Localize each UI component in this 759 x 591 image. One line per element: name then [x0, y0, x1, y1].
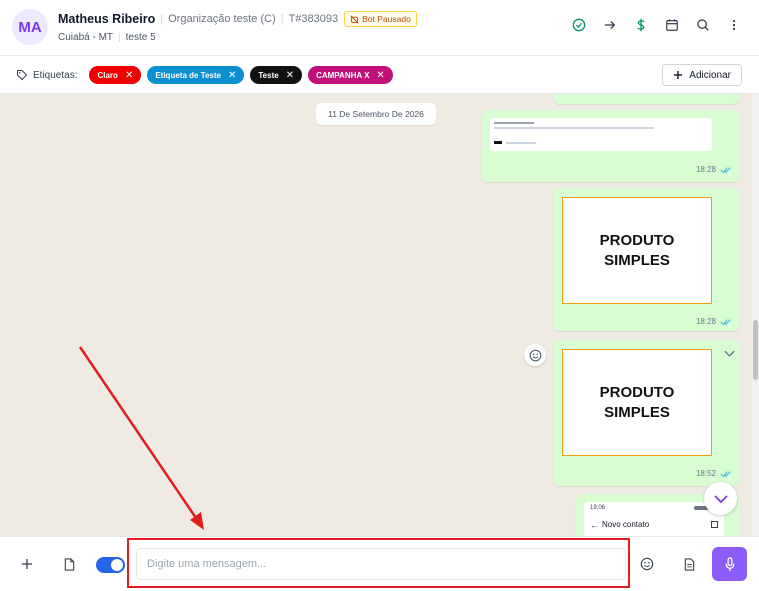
- plus-icon[interactable]: [20, 557, 34, 571]
- bot-status-badge: Bot Pausado: [344, 11, 417, 27]
- ticket-number: T#383093: [288, 13, 339, 25]
- message-composer: [0, 536, 759, 591]
- chat-scrollbar-thumb[interactable]: [753, 320, 758, 380]
- tag-chip[interactable]: Teste ✕: [250, 66, 303, 84]
- document-preview[interactable]: [490, 118, 712, 151]
- read-ticks-icon: [720, 471, 731, 478]
- dollar-icon[interactable]: [633, 17, 648, 32]
- tag-label: Etiqueta de Teste: [155, 70, 221, 80]
- product-image[interactable]: PRODUTO SIMPLES: [562, 349, 712, 456]
- smiley-icon: [529, 349, 541, 361]
- plus-icon: [674, 71, 683, 79]
- remove-tag-icon[interactable]: ✕: [376, 70, 384, 81]
- read-ticks-icon: [720, 167, 731, 174]
- message-bubble-image[interactable]: PRODUTO SIMPLES 18:52: [553, 340, 740, 486]
- tag-label: CAMPANHA X: [316, 70, 370, 80]
- microphone-button[interactable]: [712, 547, 747, 581]
- contact-screenshot-preview[interactable]: 19:06 ← Novo contato: [584, 502, 724, 536]
- message-bubble[interactable]: [553, 94, 740, 104]
- tag-chip[interactable]: Claro ✕: [89, 66, 142, 84]
- tags-label: Etiquetas:: [33, 69, 78, 81]
- tag-chip[interactable]: CAMPANHA X ✕: [308, 66, 393, 84]
- header-subtitle-row: Cuiabá - MT | teste 5: [58, 32, 156, 43]
- contact-location: Cuiabá - MT: [58, 32, 114, 43]
- template-document-icon[interactable]: [682, 557, 696, 571]
- phone-screen-title: Novo contato: [602, 520, 650, 529]
- microphone-icon: [725, 556, 734, 571]
- read-ticks-icon: [720, 319, 731, 326]
- organization-name: Organização teste (C): [168, 13, 276, 25]
- tag-label: Teste: [258, 70, 279, 80]
- message-time: 18:52: [695, 469, 716, 478]
- tag-label: Claro: [97, 70, 118, 80]
- calendar-icon[interactable]: [664, 17, 679, 32]
- chat-header: MA Matheus Ribeiro | Organização teste (…: [0, 0, 759, 56]
- bot-status-label: Bot Pausado: [362, 14, 411, 24]
- image-text: SIMPLES: [604, 251, 670, 269]
- message-time: 18:28: [695, 165, 716, 174]
- check-circle-icon[interactable]: [571, 17, 586, 32]
- add-tag-button[interactable]: Adicionar: [662, 64, 742, 86]
- message-menu-chevron-icon[interactable]: [724, 350, 735, 358]
- header-title-row: Matheus Ribeiro | Organização teste (C) …: [58, 11, 417, 27]
- search-icon[interactable]: [695, 17, 710, 32]
- date-separator: 11 De Setembro De 2026: [316, 103, 436, 125]
- chat-messages-area[interactable]: 11 De Setembro De 2026 18:28 PRODUTO SIM…: [0, 94, 752, 536]
- header-actions: [571, 17, 741, 32]
- tag-icon: [16, 69, 28, 81]
- signature-toggle[interactable]: [96, 557, 125, 573]
- remove-tag-icon[interactable]: ✕: [125, 70, 133, 81]
- emoji-icon[interactable]: [640, 557, 654, 571]
- message-bubble-image[interactable]: PRODUTO SIMPLES 18:28: [553, 188, 740, 331]
- back-arrow-icon: ←: [590, 520, 599, 530]
- remove-tag-icon[interactable]: ✕: [228, 70, 236, 81]
- message-bubble-document[interactable]: 18:28: [481, 110, 740, 182]
- contact-name[interactable]: Matheus Ribeiro: [58, 12, 155, 26]
- divider: |: [118, 32, 121, 43]
- divider: |: [160, 13, 164, 25]
- product-image[interactable]: PRODUTO SIMPLES: [562, 197, 712, 304]
- arrow-right-icon[interactable]: [602, 17, 617, 32]
- qr-code-icon: [711, 521, 718, 528]
- reaction-emoji-button[interactable]: [524, 344, 546, 366]
- image-text: SIMPLES: [604, 403, 670, 421]
- chevron-down-icon: [713, 494, 728, 503]
- avatar[interactable]: MA: [12, 9, 48, 45]
- phone-time: 19:06: [590, 505, 606, 511]
- divider: |: [280, 13, 284, 25]
- image-text: PRODUTO: [599, 232, 675, 249]
- add-tag-label: Adicionar: [689, 69, 731, 81]
- more-vertical-icon[interactable]: [726, 17, 741, 32]
- message-time: 18:28: [695, 317, 716, 326]
- tags-bar: Etiquetas: Claro ✕ Etiqueta de Teste ✕ T…: [0, 57, 759, 94]
- queue-name: teste 5: [125, 32, 156, 43]
- scroll-to-bottom-button[interactable]: [704, 482, 737, 515]
- tag-chip[interactable]: Etiqueta de Teste ✕: [147, 66, 245, 84]
- bot-paused-icon: [350, 14, 359, 24]
- remove-tag-icon[interactable]: ✕: [286, 70, 294, 81]
- message-input[interactable]: [136, 548, 626, 580]
- document-icon[interactable]: [62, 557, 76, 571]
- image-text: PRODUTO: [599, 384, 675, 401]
- chat-scrollbar[interactable]: [752, 94, 759, 536]
